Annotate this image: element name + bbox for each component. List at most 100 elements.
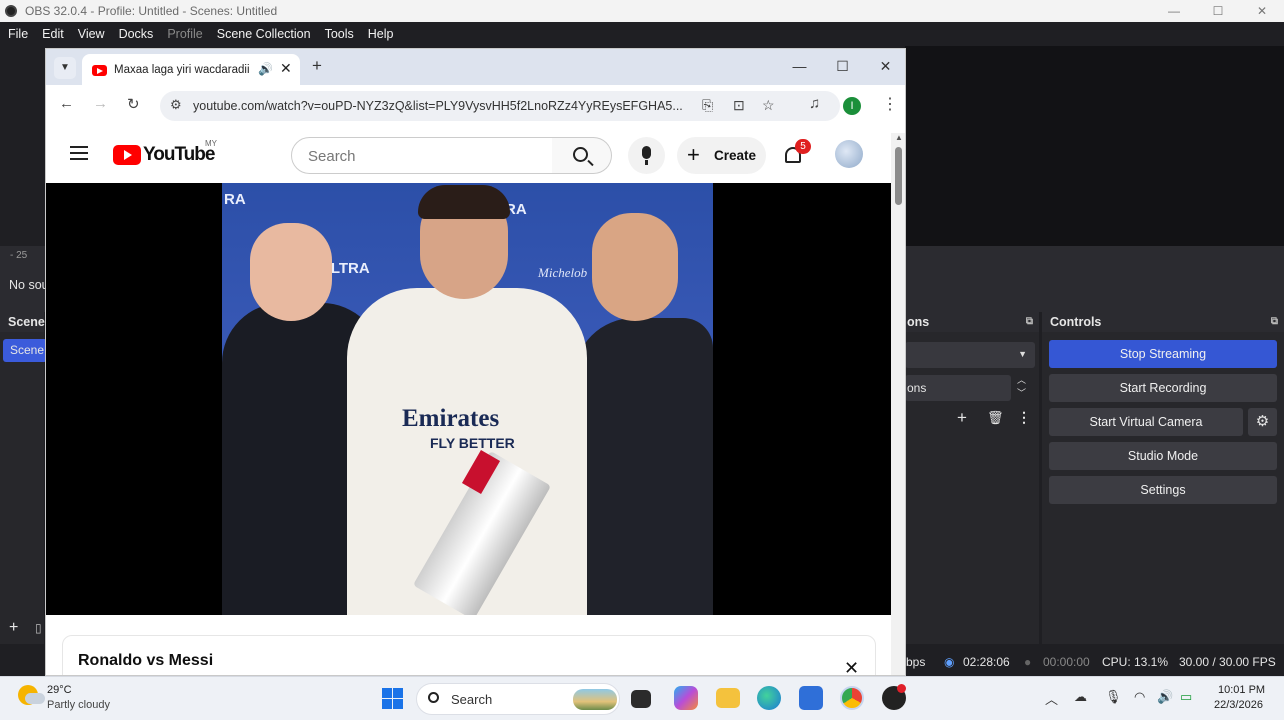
add-transition-icon[interactable]: +	[957, 408, 967, 428]
cloud-off-icon[interactable]: ☁	[1074, 689, 1087, 705]
clock-time[interactable]: 10:01 PM	[1218, 684, 1265, 696]
media-controls-icon[interactable]: ♫	[809, 95, 820, 112]
more-icon[interactable]: ⋮	[1017, 409, 1031, 426]
person-right	[574, 318, 713, 615]
youtube-search-input[interactable]: Search	[291, 137, 553, 174]
transition-duration[interactable]: ons	[905, 375, 1011, 401]
settings-button[interactable]: Settings	[1049, 476, 1277, 504]
browser-maximize-button[interactable]: ☐	[821, 49, 864, 85]
taskbar-search[interactable]: Search	[416, 683, 620, 715]
youtube-logo-text[interactable]: YouTube	[143, 144, 215, 166]
page-scrollbar[interactable]: ▲	[891, 133, 905, 675]
search-button[interactable]	[552, 137, 612, 174]
undock-icon[interactable]: ⧉	[1026, 312, 1033, 332]
start-recording-button[interactable]: Start Recording	[1049, 374, 1277, 402]
banner-script: Michelob	[538, 265, 588, 280]
browser-minimize-button[interactable]: —	[778, 49, 821, 85]
menu-docks[interactable]: Docks	[119, 27, 154, 41]
tab-search-icon[interactable]: ▼	[54, 57, 76, 79]
browser-close-button[interactable]: ✕	[864, 49, 905, 85]
menu-profile[interactable]: Profile	[167, 27, 202, 41]
menu-view[interactable]: View	[78, 27, 105, 41]
tab-close-icon[interactable]: ✕	[280, 60, 292, 77]
menu-tools[interactable]: Tools	[325, 27, 354, 41]
youtube-favicon-icon	[92, 65, 107, 76]
lens-icon[interactable]: ⊡	[733, 97, 745, 114]
transitions-dock-header: ons ⧉	[905, 312, 1039, 332]
reload-icon[interactable]: ↻	[127, 95, 140, 113]
site-info-icon[interactable]: ⚙	[170, 97, 182, 113]
shirt-sponsor-text: Emirates	[402, 405, 500, 432]
copilot-icon[interactable]	[674, 686, 698, 710]
maximize-button[interactable]: ☐	[1196, 0, 1240, 22]
create-button[interactable]: + Create	[677, 137, 766, 174]
video-player[interactable]: RA RA ULTRA Michelob Emirates FLY BETTER	[46, 183, 891, 615]
menu-help[interactable]: Help	[368, 27, 394, 41]
trash-icon[interactable]: 🗑	[987, 410, 1004, 426]
menu-file[interactable]: File	[8, 27, 28, 41]
stop-streaming-button[interactable]: Stop Streaming	[1049, 340, 1277, 368]
add-scene-icon[interactable]: +	[9, 619, 18, 637]
install-app-icon[interactable]: ⎘	[702, 97, 713, 114]
speaker-icon[interactable]: 🔊	[258, 62, 273, 76]
chevron-down-icon: ▼	[1018, 349, 1027, 359]
create-label: Create	[714, 148, 757, 163]
obs-titlebar: OBS 32.0.4 - Profile: Untitled - Scenes:…	[0, 0, 1284, 22]
studio-mode-button[interactable]: Studio Mode	[1049, 442, 1277, 470]
microphone-stand	[645, 160, 648, 165]
account-avatar[interactable]	[835, 140, 863, 168]
edge-icon[interactable]	[757, 686, 781, 710]
gear-icon[interactable]: ⚙	[1248, 408, 1277, 436]
person-right-head	[592, 213, 678, 321]
menu-edit[interactable]: Edit	[42, 27, 64, 41]
store-icon[interactable]	[799, 686, 823, 710]
battery-icon[interactable]: ▭	[1180, 689, 1192, 705]
wifi-icon[interactable]: ◠	[1134, 689, 1145, 705]
chrome-icon[interactable]	[840, 686, 864, 710]
scenes-dock-header: Scene	[0, 312, 45, 332]
browser-tab[interactable]: Maxaa laga yiri wacdaradii 🔊 ✕	[82, 54, 300, 85]
taskbar: 29°C Partly cloudy Search ︿ ☁ 🎙 ◠ 🔊 ▭ 10…	[0, 676, 1284, 720]
new-tab-icon[interactable]: +	[312, 56, 322, 76]
chevron-up-icon[interactable]: ︿	[1045, 689, 1058, 708]
microphone-icon[interactable]: 🎙	[1105, 689, 1122, 705]
weather-description[interactable]: Partly cloudy	[47, 699, 110, 711]
person-center-hair	[418, 185, 510, 219]
remove-scene-icon[interactable]: ▯	[35, 621, 42, 635]
start-windows-icon[interactable]	[382, 688, 403, 709]
youtube-logo-icon[interactable]	[113, 145, 141, 165]
back-icon[interactable]: ←	[59, 95, 74, 112]
obs-preview[interactable]	[905, 46, 1284, 246]
start-virtual-camera-button[interactable]: Start Virtual Camera	[1049, 408, 1243, 436]
transition-select[interactable]: ▼	[905, 342, 1035, 368]
stepper-icon[interactable]: ︿ ﹀	[1017, 374, 1026, 400]
controls-dock-header: Controls ⧉	[1042, 312, 1284, 332]
youtube-header: YouTube MY Search + Create 5	[46, 127, 891, 183]
address-bar[interactable]: ⚙ youtube.com/watch?v=ouPD-NYZ3zQ&list=P…	[160, 91, 840, 121]
hamburger-menu-icon[interactable]	[70, 146, 88, 160]
minimize-button[interactable]: —	[1152, 0, 1196, 22]
windows-logo-tile	[382, 688, 392, 698]
voice-search-button[interactable]	[628, 137, 665, 174]
folder-icon[interactable]	[716, 688, 740, 708]
scroll-up-icon[interactable]: ▲	[895, 133, 903, 142]
undock-icon[interactable]: ⧉	[1271, 312, 1278, 332]
clock-date[interactable]: 22/3/2026	[1214, 699, 1263, 711]
close-button[interactable]: ✕	[1240, 0, 1284, 22]
file-explorer-dark-icon[interactable]	[631, 690, 651, 708]
close-icon[interactable]: ✕	[844, 658, 859, 675]
scrollbar-thumb[interactable]	[895, 147, 902, 205]
cpu-usage: CPU: 13.1%	[1102, 655, 1169, 669]
scene-item[interactable]: Scene	[3, 339, 47, 362]
stream-status-icon: ◉	[944, 655, 955, 669]
forward-icon[interactable]: →	[93, 95, 108, 112]
stream-time: 02:28:06	[963, 655, 1010, 669]
profile-avatar[interactable]: I	[843, 97, 861, 115]
bookmark-star-icon[interactable]: ☆	[762, 97, 775, 114]
volume-icon[interactable]: 🔊	[1157, 689, 1173, 705]
browser-menu-icon[interactable]: ⋮	[882, 94, 898, 114]
preview-zoom-label: - 25	[10, 250, 28, 261]
menu-scene-collection[interactable]: Scene Collection	[217, 27, 311, 41]
banner-text: RA	[224, 191, 246, 208]
weather-temperature[interactable]: 29°C	[47, 684, 72, 696]
